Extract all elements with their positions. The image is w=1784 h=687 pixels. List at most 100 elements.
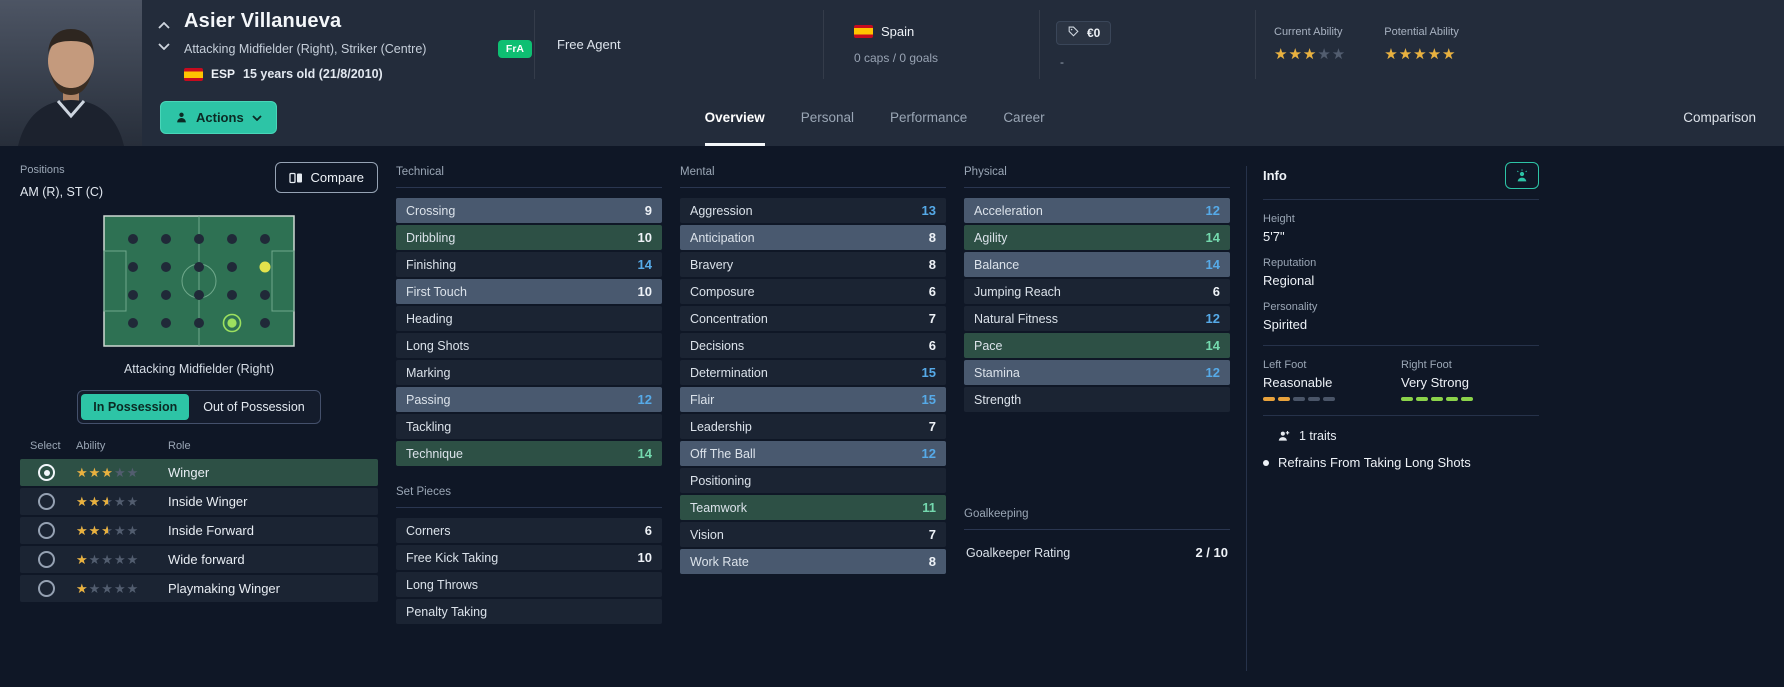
attribute-row: Positioning <box>680 468 946 493</box>
previous-player-button[interactable] <box>156 20 172 31</box>
attribute-value: 10 <box>637 284 652 299</box>
role-radio[interactable] <box>38 493 55 510</box>
attribute-row: Decisions 6 <box>680 333 946 358</box>
wage-placeholder: - <box>1060 54 1064 69</box>
tab-comparison[interactable]: Comparison <box>1683 89 1756 146</box>
vertical-divider <box>1246 166 1247 671</box>
attribute-value: 15 <box>921 365 936 380</box>
attribute-name: Free Kick Taking <box>406 550 499 565</box>
position-pitch-map[interactable] <box>103 215 295 347</box>
tab-overview[interactable]: Overview <box>704 89 765 146</box>
tab-performance[interactable]: Performance <box>890 89 967 146</box>
attribute-name: Finishing <box>406 257 457 272</box>
attribute-name: Long Throws <box>406 577 479 592</box>
role-row[interactable]: ★★★★★★★★★★ Inside Forward <box>20 517 378 544</box>
chevron-down-icon <box>252 114 262 121</box>
attribute-value: 14 <box>1205 338 1220 353</box>
attribute-row: Acceleration 12 <box>964 198 1230 223</box>
role-row[interactable]: ★★★★★★★★★★ Winger <box>20 459 378 486</box>
attribute-row: Work Rate 8 <box>680 549 946 574</box>
attribute-value: 10 <box>637 550 652 565</box>
next-player-button[interactable] <box>156 41 172 52</box>
tab-career[interactable]: Career <box>1003 89 1044 146</box>
attribute-value: 13 <box>921 203 936 218</box>
trait-item: Refrains From Taking Long Shots <box>1263 455 1539 470</box>
attribute-row: Heading <box>396 306 662 331</box>
attribute-row: Anticipation 8 <box>680 225 946 250</box>
attribute-name: Off The Ball <box>690 446 756 461</box>
role-row[interactable]: ★★★★★★★★★★ Playmaking Winger <box>20 575 378 602</box>
attribute-row: Strength <box>964 387 1230 412</box>
nationality-code: ESP <box>211 67 236 81</box>
attribute-name: Stamina <box>974 365 1020 380</box>
bullet-icon <box>1263 459 1269 466</box>
nation-name: Spain <box>881 24 915 39</box>
role-radio[interactable] <box>38 580 55 597</box>
attribute-row: Flair 15 <box>680 387 946 412</box>
reputation-label: Reputation <box>1263 257 1317 269</box>
attribute-value: 14 <box>637 446 652 461</box>
attribute-name: Tackling <box>406 419 452 434</box>
role-row[interactable]: ★★★★★★★★★★ Inside Winger <box>20 488 378 515</box>
role-name: Inside Forward <box>168 523 254 538</box>
attribute-row: Marking <box>396 360 662 385</box>
attribute-row: Bravery 8 <box>680 252 946 277</box>
attribute-row: Natural Fitness 12 <box>964 306 1230 331</box>
attribute-name: Pace <box>974 338 1003 353</box>
toggle-out-of-possession[interactable]: Out of Possession <box>191 394 316 420</box>
attribute-row: Long Throws <box>396 572 662 597</box>
scout-report-button[interactable] <box>1505 162 1539 189</box>
foot-strength-segment <box>1446 397 1458 401</box>
actions-button[interactable]: Actions <box>160 101 277 134</box>
attribute-row: Goalkeeper Rating 2 / 10 <box>964 540 1230 565</box>
attribute-value: 8 <box>928 230 936 245</box>
player-positions-text: Attacking Midfielder (Right), Striker (C… <box>184 42 427 56</box>
role-radio[interactable] <box>38 464 55 481</box>
attribute-row: Balance 14 <box>964 252 1230 277</box>
scout-person-icon <box>1516 168 1528 181</box>
attribute-value: 14 <box>637 257 652 272</box>
toggle-in-possession[interactable]: In Possession <box>81 394 190 420</box>
price-tag-icon <box>1068 26 1079 37</box>
attribute-row: Agility 14 <box>964 225 1230 250</box>
reputation-value: Regional <box>1263 273 1315 288</box>
attribute-row: Corners 6 <box>396 518 662 543</box>
role-row[interactable]: ★★★★★★★★★★ Wide forward <box>20 546 378 573</box>
section-title-technical: Technical <box>396 162 662 188</box>
compare-button[interactable]: Compare <box>274 162 378 193</box>
attribute-value: 15 <box>921 392 936 407</box>
info-title: Info <box>1263 168 1287 183</box>
attribute-name: Goalkeeper Rating <box>966 545 1071 560</box>
person-icon <box>177 112 186 123</box>
attribute-value: 7 <box>928 527 936 542</box>
overview-content: Positions AM (R), ST (C) Compare Attacki… <box>0 146 1784 687</box>
attribute-value: 6 <box>928 338 936 353</box>
attribute-row: Passing 12 <box>396 387 662 412</box>
attribute-row: Determination 15 <box>680 360 946 385</box>
section-title-physical: Physical <box>964 162 1230 188</box>
positions-panel: Positions AM (R), ST (C) Compare Attacki… <box>20 162 378 687</box>
attribute-value: 10 <box>637 230 652 245</box>
attribute-name: Marking <box>406 365 451 380</box>
attribute-value: 6 <box>928 284 936 299</box>
attribute-name: Acceleration <box>974 203 1043 218</box>
role-radio[interactable] <box>38 522 55 539</box>
attribute-row: Free Kick Taking 10 <box>396 545 662 570</box>
possession-toggle: In Possession Out of Possession <box>77 390 321 424</box>
tab-personal[interactable]: Personal <box>801 89 854 146</box>
attribute-name: Aggression <box>690 203 753 218</box>
attribute-row: Dribbling 10 <box>396 225 662 250</box>
trait-list: Refrains From Taking Long Shots <box>1263 455 1539 470</box>
attribute-row: First Touch 10 <box>396 279 662 304</box>
section-title-set_pieces: Set Pieces <box>396 482 662 508</box>
attribute-name: Leadership <box>690 419 752 434</box>
actions-label: Actions <box>196 110 244 125</box>
foot-strength-segment <box>1278 397 1290 401</box>
selected-position-caption: Attacking Midfielder (Right) <box>123 362 275 376</box>
positions-summary: AM (R), ST (C) <box>20 185 104 199</box>
current-ability-label: Current Ability <box>1274 25 1343 38</box>
role-radio[interactable] <box>38 551 55 568</box>
left-foot-bars <box>1263 397 1401 401</box>
attribute-name: Concentration <box>690 311 768 326</box>
role-column-header: Ability <box>76 440 106 452</box>
